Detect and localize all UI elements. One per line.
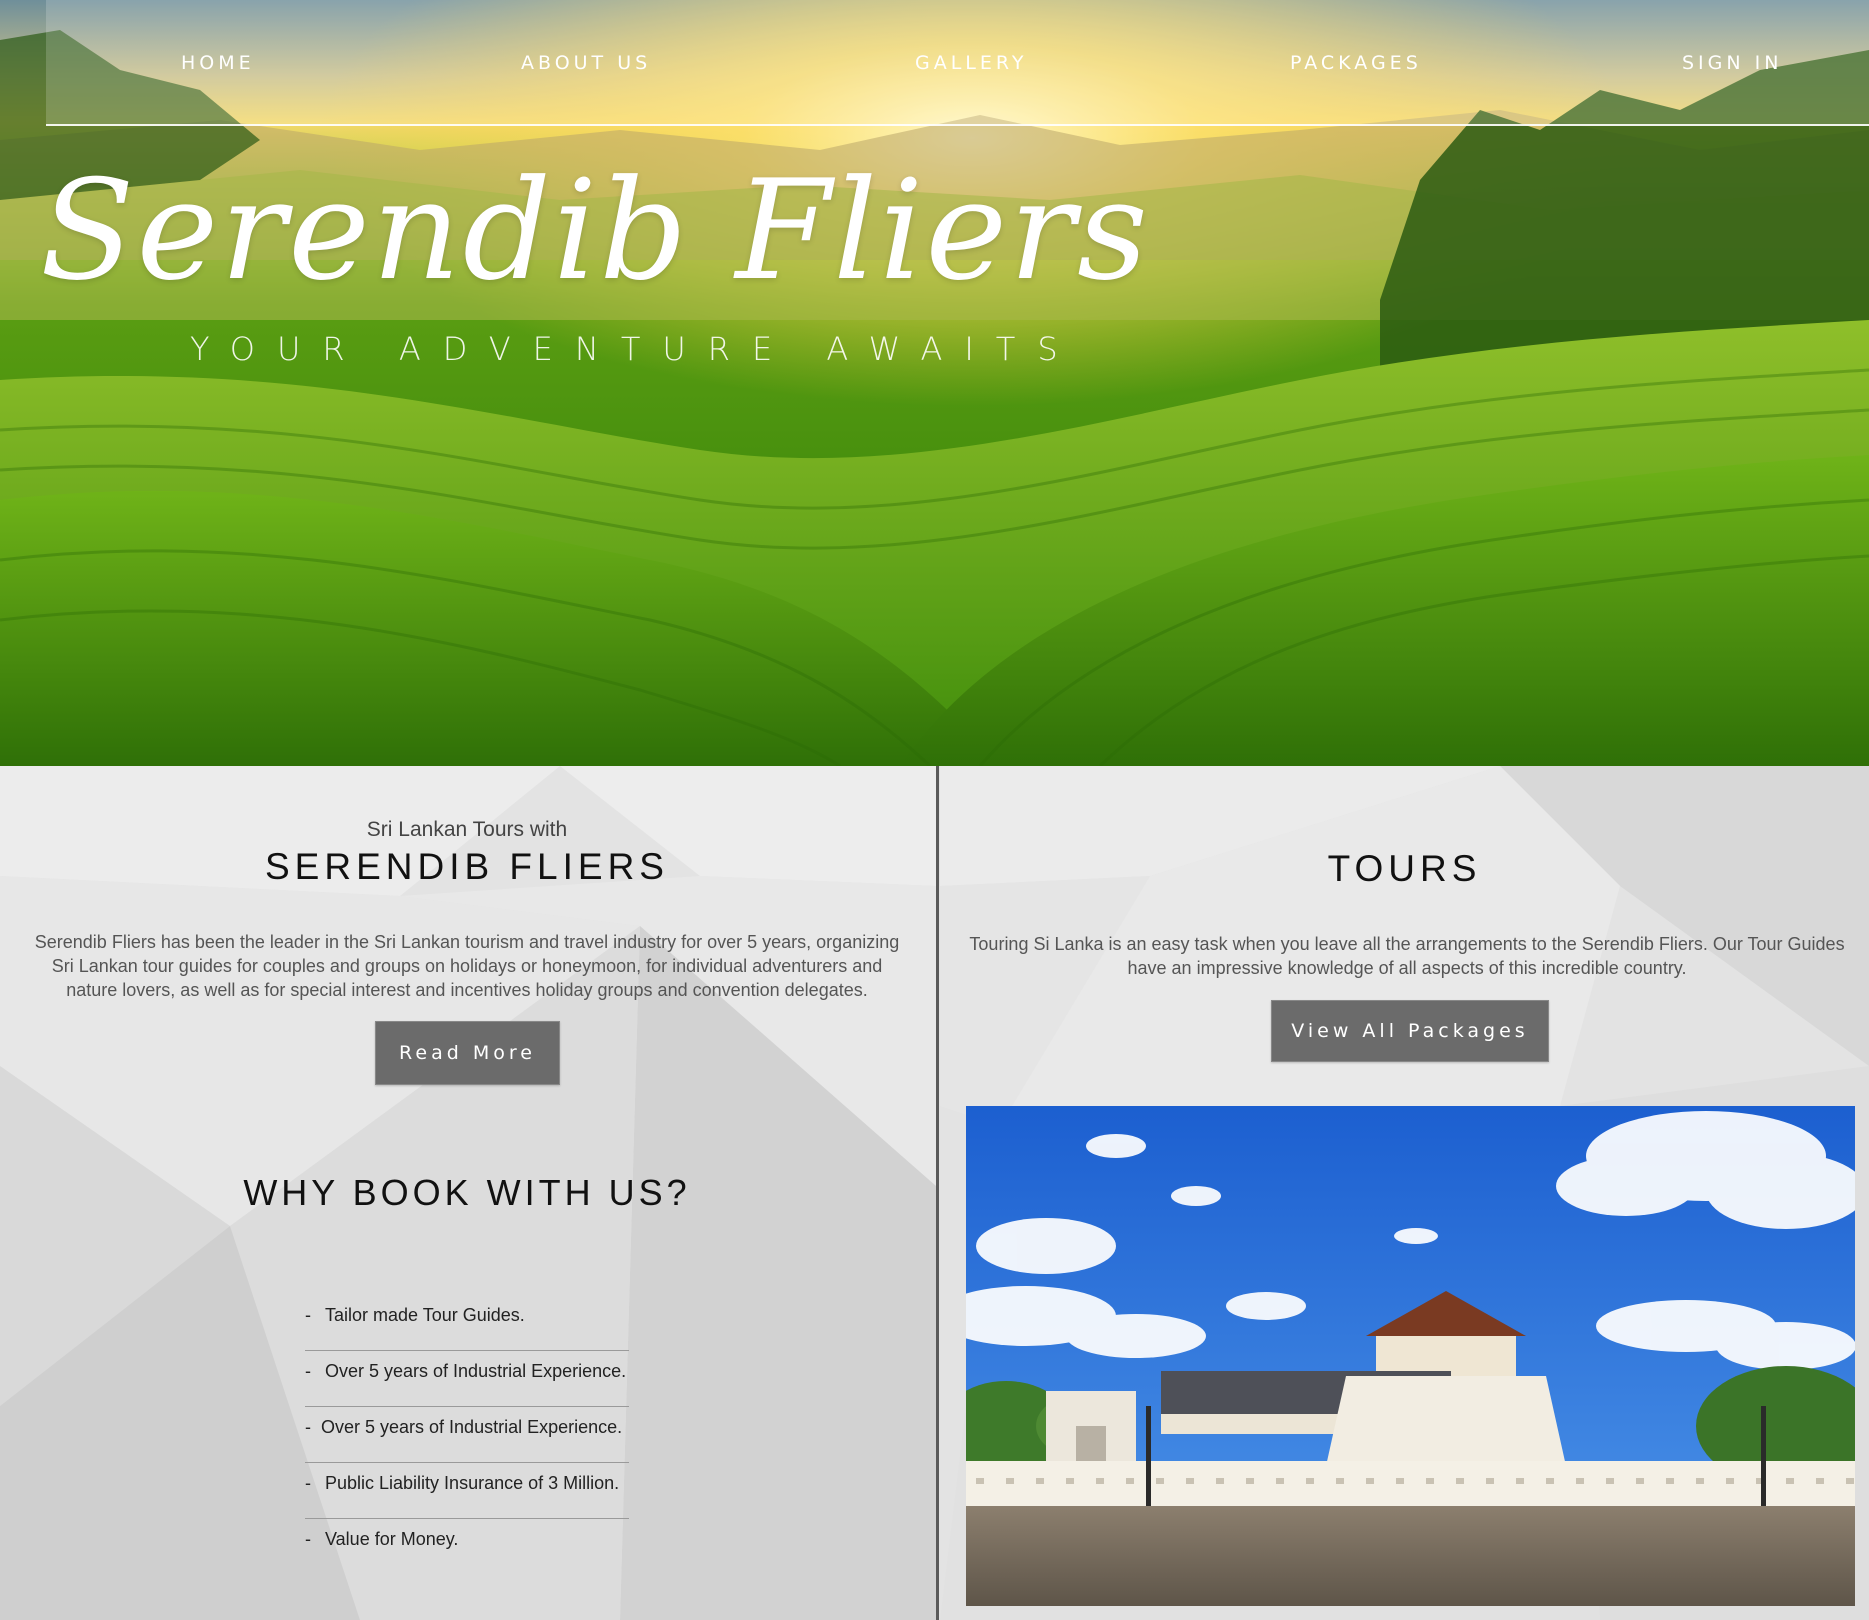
- list-bullet-dash: -: [305, 1529, 311, 1549]
- list-item: - Public Liability Insurance of 3 Million…: [305, 1464, 629, 1519]
- list-item-text: Over 5 years of Industrial Experience.: [325, 1361, 627, 1381]
- tours-heading: TOURS: [1327, 848, 1482, 889]
- why-book-heading: WHY BOOK WITH US?: [243, 1172, 691, 1213]
- about-paragraph: Serendib Fliers has been the leader in t…: [34, 932, 900, 1000]
- nav-about-us-link[interactable]: ABOUT US: [521, 52, 651, 74]
- list-bullet-dash: -: [305, 1361, 311, 1381]
- content-section: Sri Lankan Tours with SERENDIB FLIERS Se…: [0, 766, 1869, 1620]
- temple-tour-photo: [966, 1106, 1855, 1606]
- list-item: - Over 5 years of Industrial Experience.: [305, 1352, 629, 1407]
- about-column: Sri Lankan Tours with SERENDIB FLIERS Se…: [0, 766, 934, 1620]
- list-item-text: Public Liability Insurance of 3 Million.: [325, 1473, 620, 1493]
- nav-packages-link[interactable]: PACKAGES: [1290, 52, 1422, 74]
- list-item-text: Value for Money.: [325, 1529, 459, 1549]
- tours-paragraph: Touring Si Lanka is an easy task when yo…: [969, 934, 1845, 978]
- nav-sign-in-link[interactable]: SIGN IN: [1682, 52, 1782, 74]
- nav-home-link[interactable]: HOME: [181, 52, 255, 74]
- about-heading: SERENDIB FLIERS: [265, 846, 669, 887]
- tours-column: TOURS Touring Si Lanka is an easy task w…: [940, 766, 1869, 1620]
- hero-tagline: YOUR ADVENTURE AWAITS: [190, 330, 1080, 368]
- list-bullet-dash: -: [305, 1417, 311, 1437]
- read-more-button[interactable]: Read More: [375, 1021, 560, 1085]
- hero-banner: HOME ABOUT US GALLERY PACKAGES SIGN IN S…: [0, 0, 1869, 766]
- why-book-list: - Tailor made Tour Guides. - Over 5 years …: [305, 1296, 629, 1575]
- list-item: - Over 5 years of Industrial Experience.: [305, 1408, 629, 1463]
- top-navigation-bar: HOME ABOUT US GALLERY PACKAGES SIGN IN: [46, 0, 1869, 126]
- list-item-text: Over 5 years of Industrial Experience.: [321, 1417, 623, 1437]
- nav-gallery-link[interactable]: GALLERY: [915, 52, 1028, 74]
- list-item-text: Tailor made Tour Guides.: [325, 1305, 525, 1325]
- about-kicker: Sri Lankan Tours with: [366, 818, 568, 841]
- column-divider: [936, 766, 939, 1620]
- temple-image: [966, 1106, 1855, 1606]
- list-bullet-dash: -: [305, 1305, 311, 1325]
- view-all-packages-button[interactable]: View All Packages: [1271, 1000, 1549, 1062]
- list-item: - Tailor made Tour Guides.: [305, 1296, 629, 1351]
- site-logo-title: Serendib Fliers: [40, 150, 1150, 311]
- list-item: - Value for Money.: [305, 1520, 629, 1574]
- list-bullet-dash: -: [305, 1473, 311, 1493]
